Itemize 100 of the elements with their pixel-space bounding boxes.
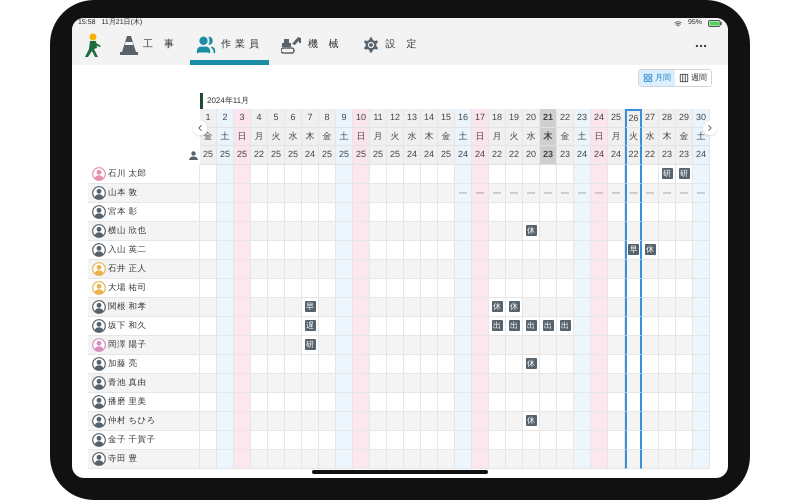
member-name-cell[interactable]: 関根 和孝 [88,298,200,316]
member-name: 金子 千賀子 [108,433,156,446]
member-name-cell[interactable]: 大場 祐司 [88,278,200,298]
schedule-cell[interactable]: 出 [557,316,574,336]
weekday-label: 金 [319,128,336,146]
person-icon [189,150,198,160]
nav-tab[interactable]: 設 定 [354,29,426,65]
nav-tab[interactable]: 工 事 [114,29,184,65]
member-name-cell[interactable]: 加藤 亮 [88,354,200,374]
weekday-label: 日 [591,128,608,146]
schedule-cell[interactable]: 出 [540,316,557,336]
member-name-cell[interactable]: 寺田 豊 [88,450,200,468]
day-count: 24 [574,146,591,164]
excavator-icon [280,34,303,54]
day-count: 25 [336,146,353,164]
day-count: 25 [200,146,217,164]
member-name: 仲村 ちひろ [108,414,156,427]
schedule-cell[interactable]: 研 [302,336,319,354]
day-count: 24 [421,146,438,164]
member-name-cell[interactable]: 播磨 里美 [88,392,200,412]
day-count: 25 [353,146,370,164]
view-toggle-button[interactable]: 月間 [639,70,675,86]
member-name: 石川 太郎 [108,167,146,180]
member-name-cell[interactable]: 岡澤 陽子 [88,336,200,354]
member-name: 関根 和孝 [108,300,146,313]
schedule-cell[interactable]: — [676,184,693,202]
member-name-cell[interactable]: 山本 敦 [88,184,200,202]
day-count: 22 [625,146,642,164]
day-number: 11 [370,109,387,128]
day-count: 24 [472,146,489,164]
schedule-cell[interactable]: 出 [489,316,506,336]
schedule-cell[interactable]: 研 [659,164,676,184]
day-number: 6 [285,109,302,128]
weekday-label: 火 [506,128,523,146]
schedule-cell[interactable]: — [523,184,540,202]
day-number: 24 [591,109,608,128]
day-count: 25 [370,146,387,164]
member-name-cell[interactable]: 横山 欣也 [88,222,200,240]
schedule-cell[interactable]: 早 [625,240,642,260]
schedule-cell[interactable]: 研 [676,164,693,184]
schedule-cell[interactable]: 休 [642,240,659,260]
schedule-cell[interactable]: 休 [489,298,506,316]
status-badge: 休 [508,301,520,312]
day-count: 25 [285,146,302,164]
schedule-cell[interactable]: 休 [523,354,540,374]
member-name-cell[interactable]: 入山 英二 [88,240,200,260]
weekday-label: 木 [540,128,557,146]
member-name: 岡澤 陽子 [108,338,146,351]
member-name-cell[interactable]: 石川 太郎 [88,164,200,184]
day-count: 23 [557,146,574,164]
status-badge: 研 [662,168,672,179]
schedule-cell[interactable]: 出 [523,316,540,336]
schedule-cell[interactable]: — [591,184,608,202]
member-name-cell[interactable]: 仲村 ちひろ [88,412,200,430]
nav-tab[interactable]: 作業員 [190,29,269,65]
member-name-cell[interactable]: 青池 真由 [88,374,200,392]
schedule-cell[interactable]: — [540,184,557,202]
dash-mark: — [510,186,518,198]
schedule-cell[interactable]: 出 [506,316,523,336]
weekday-label: 金 [557,128,574,146]
dash-mark: — [697,186,705,198]
member-name-cell[interactable]: 金子 千賀子 [88,430,200,450]
schedule-cell[interactable]: — [574,184,591,202]
schedule-cell[interactable]: — [625,184,642,202]
day-number: 10 [353,109,370,128]
weekday-label: 土 [217,128,234,146]
day-number: 4 [251,109,268,128]
nav-tab[interactable]: 機 械 [274,29,349,65]
schedule-cell[interactable]: 早 [302,298,319,316]
schedule-cell[interactable]: 休 [506,298,523,316]
schedule-cell[interactable]: — [489,184,506,202]
schedule-cell[interactable]: — [693,184,710,202]
schedule-cell[interactable]: 休 [523,412,540,430]
schedule-cell[interactable]: 休 [523,222,540,240]
weekday-label: 金 [676,128,693,146]
day-count: 25 [234,146,251,164]
schedule-cell[interactable]: — [557,184,574,202]
schedule-cell[interactable]: 遅 [302,316,319,336]
member-name: 山本 敦 [108,186,138,199]
day-number: 16 [455,109,472,128]
schedule-cell[interactable]: — [642,184,659,202]
schedule-cell[interactable]: — [608,184,625,202]
schedule-cell[interactable]: — [455,184,472,202]
member-name-cell[interactable]: 宮本 彰 [88,202,200,222]
member-name: 石井 正人 [108,262,146,275]
schedule-cell[interactable]: — [472,184,489,202]
member-name: 横山 欣也 [108,224,146,237]
day-count: 25 [319,146,336,164]
schedule-cell[interactable]: — [659,184,676,202]
weekday-label: 月 [370,128,387,146]
day-count: 25 [387,146,404,164]
member-name-cell[interactable]: 坂下 和久 [88,316,200,336]
member-name: 坂下 和久 [108,319,146,332]
member-name: 青池 真由 [108,376,146,389]
day-number: 23 [574,109,591,128]
status-badge: 出 [526,320,536,331]
day-number: 14 [421,109,438,128]
schedule-cell[interactable]: — [506,184,523,202]
weekday-label: 火 [387,128,404,146]
member-name-cell[interactable]: 石井 正人 [88,260,200,278]
